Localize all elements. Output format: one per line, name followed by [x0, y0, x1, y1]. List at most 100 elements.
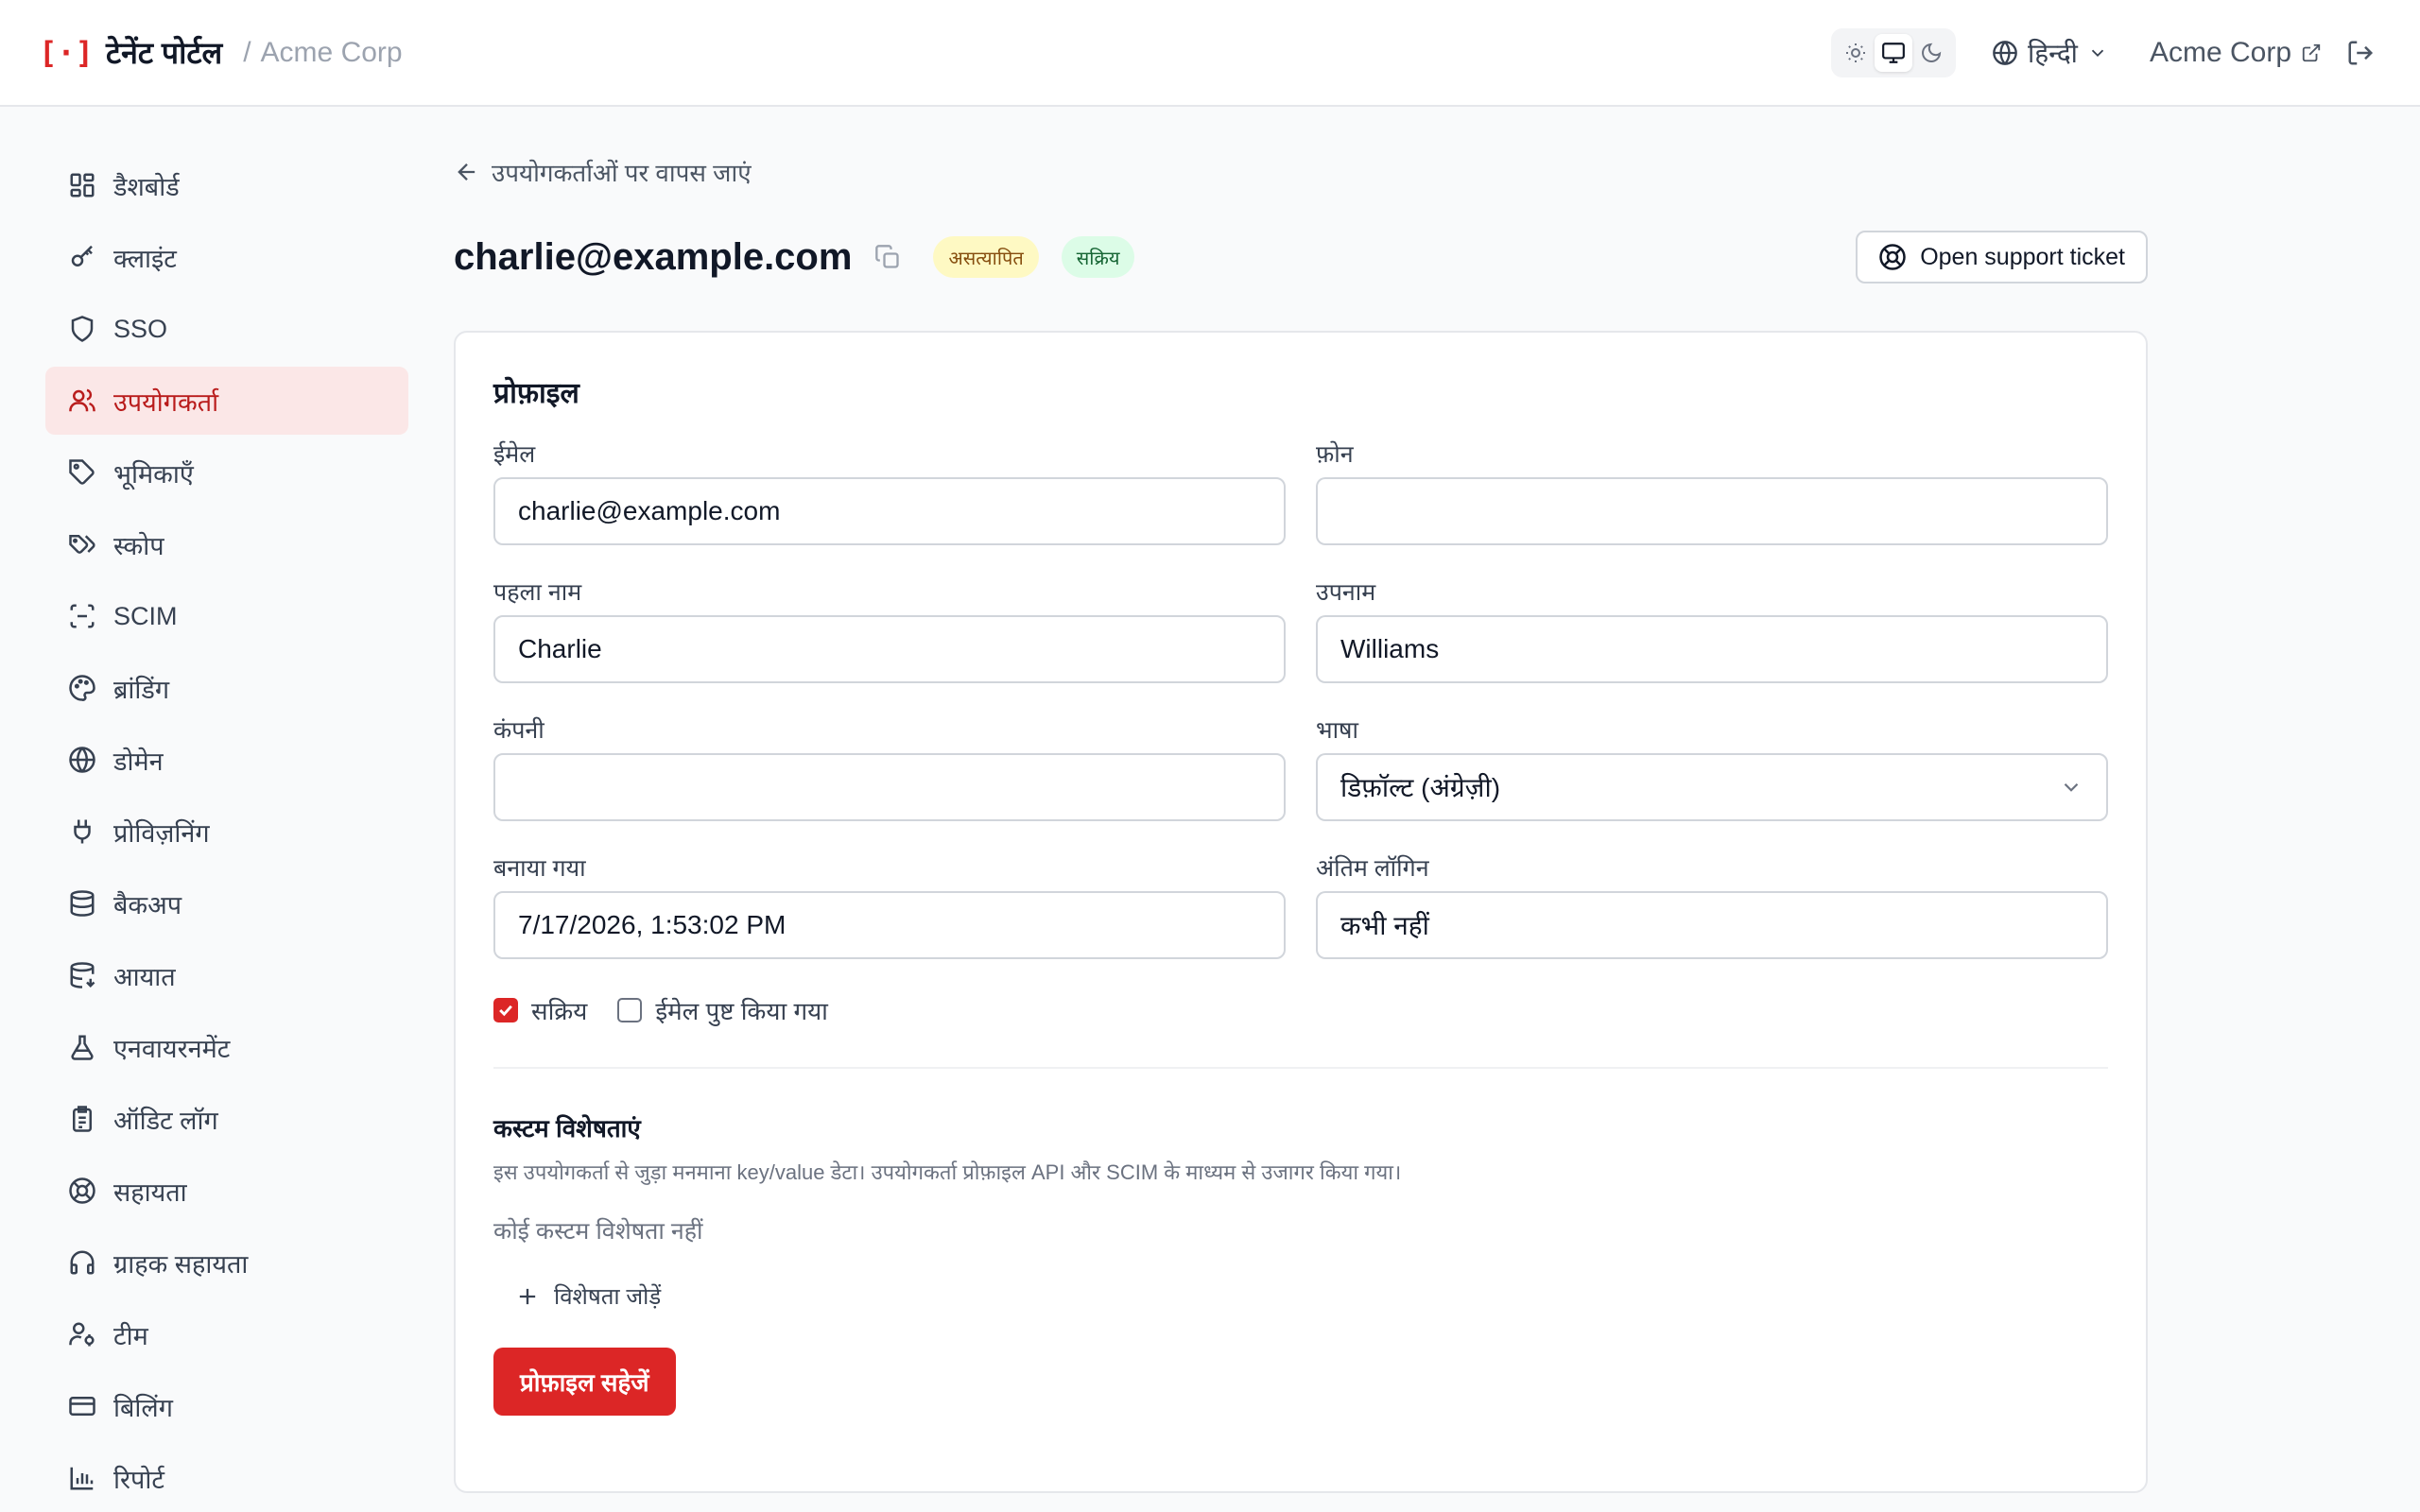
first-name-label: पहला नाम: [493, 579, 582, 606]
copy-icon: [875, 245, 900, 268]
active-checkbox[interactable]: [493, 998, 518, 1022]
email-verified-checkbox-row[interactable]: ईमेल पुष्ट किया गया: [617, 993, 828, 1027]
theme-toggle: [1831, 27, 1957, 77]
sidebar-item-sso[interactable]: SSO: [45, 295, 408, 363]
back-to-users-link[interactable]: उपयोगकर्ताओं पर वापस जाएं: [454, 151, 2148, 193]
last-login-field: कभी नहीं: [1316, 891, 2108, 959]
tenant-link-label: Acme Corp: [2149, 36, 2291, 68]
last-name-label: उपनाम: [1316, 579, 1376, 606]
sidebar-item-environment[interactable]: एनवायरनमेंट: [45, 1013, 408, 1081]
palette-icon: [69, 675, 95, 701]
sidebar-item-label: बैकअप: [113, 890, 182, 919]
sidebar-item-customer-support[interactable]: ग्राहक सहायता: [45, 1228, 408, 1297]
copy-button[interactable]: [874, 244, 901, 270]
custom-attributes-title: कस्टम विशेषताएं: [493, 1114, 641, 1143]
sidebar-item-label: सहायता: [113, 1177, 187, 1207]
created-field-group: बनाया गया 7/17/2026, 1:53:02 PM: [493, 851, 1286, 959]
language-select-value: डिफ़ॉल्ट (अंग्रेज़ी): [1340, 773, 1501, 802]
sidebar-item-label: ब्रांडिंग: [113, 675, 170, 704]
language-label: हिन्दी: [2028, 38, 2078, 68]
bar-chart-icon: [70, 1467, 94, 1490]
sidebar-item-users[interactable]: उपयोगकर्ता: [45, 367, 408, 435]
logout-button[interactable]: [2346, 39, 2375, 67]
sidebar-item-label: बिलिंग: [113, 1393, 173, 1422]
sidebar-item-reports[interactable]: रिपोर्ट: [45, 1444, 408, 1512]
sidebar-item-scopes[interactable]: स्कोप: [45, 510, 408, 578]
dark-theme-button[interactable]: [1912, 34, 1950, 72]
email-label: ईमेल: [493, 441, 536, 468]
sidebar-item-label: डोमेन: [113, 747, 164, 776]
email-field-group: ईमेल charlie@example.com: [493, 438, 1286, 545]
open-support-ticket-button[interactable]: Open support ticket: [1856, 231, 2148, 284]
user-cog-icon: [69, 1322, 95, 1347]
last-login-field-group: अंतिम लॉगिन कभी नहीं: [1316, 851, 2108, 959]
first-name-field-group: पहला नाम Charlie: [493, 576, 1286, 683]
sun-icon: [1846, 43, 1866, 62]
breadcrumb-tenant: Acme Corp: [260, 36, 403, 68]
save-profile-button[interactable]: प्रोफ़ाइल सहेजें: [493, 1348, 676, 1416]
shield-icon: [71, 316, 94, 342]
sidebar: डैशबोर्ड क्लाइंट SSO उपयोगकर्ता भूमिकाएँ…: [45, 151, 408, 1512]
active-checkbox-label: सक्रिय: [531, 997, 588, 1025]
arrow-left-icon: [458, 163, 475, 180]
light-theme-button[interactable]: [1837, 34, 1875, 72]
email-verified-checkbox-label: ईमेल पुष्ट किया गया: [655, 997, 828, 1025]
sidebar-item-label: आयात: [113, 962, 176, 991]
system-theme-button[interactable]: [1875, 33, 1913, 72]
sidebar-item-provisioning[interactable]: प्रोविज़निंग: [45, 798, 408, 866]
sidebar-item-roles[interactable]: भूमिकाएँ: [45, 438, 408, 507]
users-icon: [69, 388, 95, 412]
chevron-down-icon: [2091, 49, 2104, 57]
add-attribute-button[interactable]: विशेषता जोड़ें: [493, 1280, 2108, 1312]
page-title: charlie@example.com: [454, 235, 853, 278]
active-checkbox-row[interactable]: सक्रिय: [493, 993, 587, 1027]
sidebar-item-label: ग्राहक सहायता: [113, 1249, 249, 1279]
database-icon: [70, 890, 95, 917]
email-field[interactable]: charlie@example.com: [493, 477, 1286, 545]
key-icon: [71, 245, 93, 266]
sidebar-item-domains[interactable]: डोमेन: [45, 726, 408, 794]
sidebar-item-label: क्लाइंट: [113, 244, 177, 273]
phone-field[interactable]: [1316, 477, 2108, 545]
first-name-field[interactable]: Charlie: [493, 615, 1286, 683]
sidebar-item-label: रिपोर्ट: [113, 1465, 164, 1494]
headset-icon: [70, 1250, 95, 1275]
sidebar-item-label: ऑडिट लॉग: [113, 1106, 218, 1135]
sidebar-item-branding[interactable]: ब्रांडिंग: [45, 654, 408, 722]
phone-label: फ़ोन: [1316, 441, 1354, 468]
profile-section-title: प्रोफ़ाइल: [493, 378, 579, 409]
email-verified-checkbox[interactable]: [617, 998, 643, 1022]
sidebar-item-team[interactable]: टीम: [45, 1300, 408, 1368]
company-field-group: कंपनी: [493, 713, 1286, 821]
database-import-icon: [70, 962, 95, 988]
last-login-label: अंतिम लॉगिन: [1316, 855, 1429, 882]
sidebar-item-clients[interactable]: क्लाइंट: [45, 223, 408, 291]
add-attribute-label: विशेषता जोड़ें: [554, 1284, 662, 1310]
sidebar-item-label: डैशबोर्ड: [113, 172, 180, 201]
created-label: बनाया गया: [493, 855, 586, 882]
profile-card: प्रोफ़ाइल ईमेल charlie@example.com फ़ोन …: [454, 331, 2148, 1493]
portal-title: टेनेंट पोर्टल: [106, 36, 223, 70]
check-icon: [499, 1005, 512, 1017]
sidebar-item-audit-log[interactable]: ऑडिट लॉग: [45, 1085, 408, 1153]
tag-icon: [69, 459, 95, 485]
sidebar-item-import[interactable]: आयात: [45, 941, 408, 1009]
sidebar-item-label: उपयोगकर्ता: [113, 387, 219, 417]
tenant-external-link[interactable]: Acme Corp: [2150, 37, 2322, 69]
plus-icon: [519, 1288, 536, 1304]
sidebar-item-backup[interactable]: बैकअप: [45, 869, 408, 937]
logo-icon: [·]: [39, 34, 94, 71]
language-select-field[interactable]: डिफ़ॉल्ट (अंग्रेज़ी): [1316, 753, 2108, 821]
sidebar-item-billing[interactable]: बिलिंग: [45, 1372, 408, 1440]
moon-icon: [1922, 43, 1942, 62]
last-name-field[interactable]: Williams: [1316, 615, 2108, 683]
language-select[interactable]: हिन्दी: [1992, 35, 2108, 71]
lifebuoy-icon: [69, 1177, 95, 1204]
sidebar-item-dashboard[interactable]: डैशबोर्ड: [45, 151, 408, 219]
sidebar-item-support[interactable]: सहायता: [45, 1157, 408, 1225]
company-field[interactable]: [493, 753, 1286, 821]
company-label: कंपनी: [493, 717, 544, 744]
scan-icon: [70, 604, 95, 628]
credit-card-icon: [69, 1397, 95, 1416]
sidebar-item-scim[interactable]: SCIM: [45, 582, 408, 650]
